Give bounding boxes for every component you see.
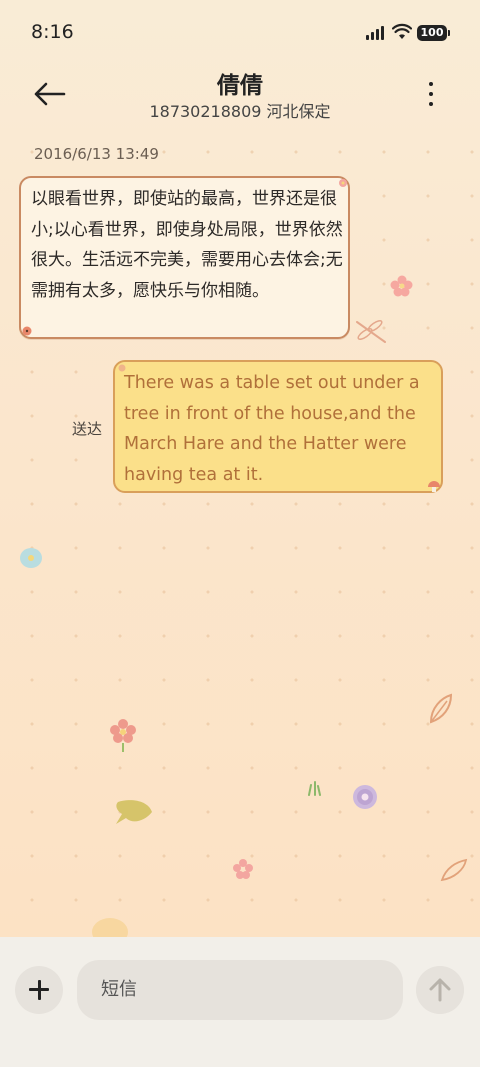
- red-flower-icon: [110, 719, 136, 752]
- mushroom-decoration-icon: [428, 481, 440, 492]
- incoming-message-bubble[interactable]: 以眼看世界，即使站的最高，世界还是很小;以心看世界，即使身处局限，世界依然很大。…: [19, 176, 350, 339]
- flower-decoration-icon: [339, 179, 347, 187]
- message-input[interactable]: 短信: [77, 960, 403, 1020]
- send-arrow-icon[interactable]: [416, 966, 464, 1014]
- leaf-outline-icon: [440, 858, 468, 882]
- status-bar: 8:16 100: [0, 0, 480, 66]
- pink-flower-icon: [390, 275, 413, 297]
- leaf-icon: [429, 693, 453, 724]
- battery-icon: 100: [417, 25, 450, 41]
- grass-icon: [308, 781, 321, 796]
- signal-icon: [366, 26, 384, 40]
- wifi-icon: [392, 23, 412, 39]
- blue-flower-icon: [20, 548, 42, 568]
- message-timestamp: 2016/6/13 13:49: [34, 145, 159, 163]
- status-time: 8:16: [31, 21, 74, 43]
- contact-subtitle: 18730218809 河北保定: [149, 102, 331, 121]
- pink-flower-small-icon: [233, 859, 253, 879]
- ginkgo-leaf-icon: [116, 800, 152, 824]
- purple-flower-icon: [353, 785, 377, 809]
- more-vertical-icon[interactable]: [420, 78, 442, 110]
- flower-small-decoration-icon: [118, 364, 126, 372]
- plus-icon[interactable]: [15, 966, 63, 1014]
- dragonfly-icon: [356, 320, 386, 343]
- outgoing-message-bubble[interactable]: There was a table set out under a tree i…: [113, 360, 443, 493]
- orange-flower-icon: [92, 918, 128, 938]
- delivery-status: 送达: [72, 420, 103, 438]
- ladybug-decoration-icon: [22, 326, 32, 336]
- contact-name: 倩倩: [217, 73, 263, 99]
